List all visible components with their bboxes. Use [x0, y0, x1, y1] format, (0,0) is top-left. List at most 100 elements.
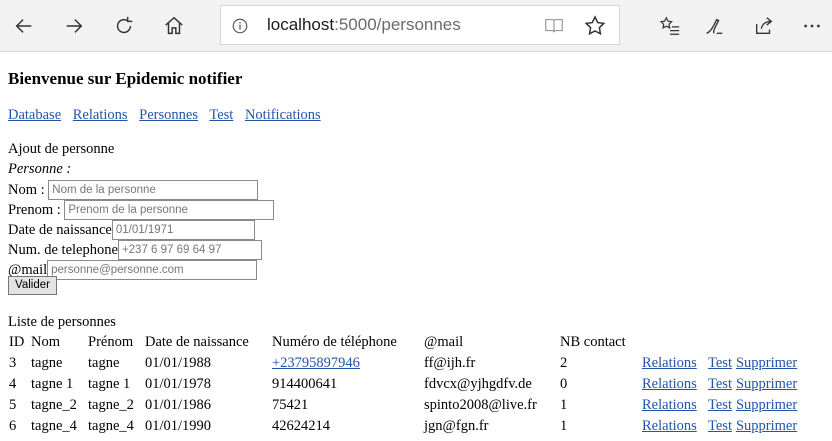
col-header-nom: Nom — [31, 334, 60, 350]
nav-link-notifications[interactable]: Notifications — [245, 107, 321, 123]
cell-phone: 75421 — [272, 397, 309, 413]
reading-view-icon[interactable] — [543, 15, 565, 37]
url-path: :5000/personnes — [334, 15, 461, 34]
list-title: Liste de personnes — [8, 314, 116, 330]
cell-prenom: tagne 1 — [88, 376, 131, 392]
cell-prenom: tagne_4 — [88, 418, 134, 434]
cell-nom: tagne — [31, 355, 63, 371]
table-row: 3 tagne tagne 01/01/1988 +23795897946 ff… — [8, 353, 798, 373]
cell-phone: 914400641 — [272, 376, 338, 392]
cell-prenom: tagne_2 — [88, 397, 134, 413]
share-button[interactable] — [744, 6, 784, 46]
col-header-nb-contact: NB contact — [560, 334, 626, 350]
browser-toolbar: localhost:5000/personnes — [0, 0, 832, 52]
info-icon[interactable] — [231, 17, 249, 35]
cell-action-delete: Supprimer — [735, 395, 798, 415]
address-bar[interactable]: localhost:5000/personnes — [220, 5, 620, 45]
favorites-button[interactable] — [650, 6, 690, 46]
delete-link[interactable]: Supprimer — [736, 355, 797, 371]
notes-button[interactable] — [694, 6, 734, 46]
relations-link[interactable]: Relations — [642, 355, 697, 371]
delete-link[interactable]: Supprimer — [736, 397, 797, 413]
birthdate-input[interactable] — [111, 219, 255, 240]
refresh-icon — [116, 16, 133, 34]
cell-birthdate: 01/01/1978 — [145, 376, 212, 392]
cell-email: fdvcx@yjhgdfv.de — [424, 376, 532, 392]
col-header-actions-2 — [707, 332, 733, 352]
relations-link[interactable]: Relations — [642, 397, 697, 413]
url-host: localhost — [267, 15, 335, 34]
cell-birthdate: 01/01/1990 — [145, 418, 212, 434]
cell-birthdate: 01/01/1986 — [145, 397, 212, 413]
cell-action-delete: Supprimer — [735, 374, 798, 394]
cell-action-relations: Relations — [641, 416, 705, 436]
cell-email: ff@ijh.fr — [424, 355, 476, 371]
field-row-prenom: Prenom : — [8, 199, 275, 220]
cell-action-relations: Relations — [641, 395, 705, 415]
field-row-nom: Nom : — [8, 179, 259, 200]
cell-nb-contact: 2 — [560, 355, 568, 371]
cell-phone: +23795897946 — [271, 353, 421, 373]
test-link[interactable]: Test — [708, 376, 732, 392]
url-text: localhost:5000/personnes — [267, 15, 461, 35]
relations-link[interactable]: Relations — [642, 418, 697, 434]
cell-nom: tagne_4 — [31, 418, 77, 434]
table-row: 6 tagne_4 tagne_4 01/01/1990 42624214 jg… — [8, 416, 798, 436]
cell-prenom: tagne — [88, 355, 120, 371]
arrow-right-icon — [66, 19, 83, 33]
cell-id: 6 — [9, 418, 17, 434]
delete-link[interactable]: Supprimer — [736, 376, 797, 392]
table-header-row: ID Nom Prénom Date de naissance Numéro d… — [8, 332, 798, 352]
form-subheading: Personne : — [8, 161, 72, 177]
home-icon — [165, 16, 183, 35]
share-icon — [755, 17, 773, 35]
cell-nb-contact: 1 — [560, 397, 568, 413]
pen-icon — [706, 18, 723, 35]
cell-birthdate: 01/01/1988 — [145, 355, 212, 371]
field-row-birthdate: Date de naissance — [8, 219, 255, 240]
test-link[interactable]: Test — [708, 355, 732, 371]
phone-input[interactable] — [117, 239, 262, 260]
forward-button[interactable] — [54, 6, 94, 46]
submit-button[interactable]: Valider — [8, 276, 57, 295]
cell-nom: tagne_2 — [31, 397, 77, 413]
test-link[interactable]: Test — [708, 397, 732, 413]
nav-link-test[interactable]: Test — [209, 107, 233, 123]
more-dots-icon — [804, 24, 820, 28]
table-row: 5 tagne_2 tagne_2 01/01/1986 75421 spint… — [8, 395, 798, 415]
cell-action-relations: Relations — [641, 353, 705, 373]
phone-label: Num. de telephone — [8, 241, 118, 258]
favorite-star-icon[interactable] — [583, 14, 607, 38]
cell-action-test: Test — [707, 353, 733, 373]
cell-action-delete: Supprimer — [735, 416, 798, 436]
nav-link-database[interactable]: Database — [8, 107, 61, 123]
cell-action-test: Test — [707, 416, 733, 436]
main-nav: Database Relations Personnes Test Notifi… — [8, 105, 329, 125]
persons-table: ID Nom Prénom Date de naissance Numéro d… — [6, 331, 800, 437]
form-heading: Ajout de personne — [8, 141, 115, 157]
test-link[interactable]: Test — [708, 418, 732, 434]
col-header-actions-3 — [735, 332, 798, 352]
nom-input[interactable] — [48, 179, 259, 200]
nav-link-personnes[interactable]: Personnes — [139, 107, 198, 123]
col-header-prenom: Prénom — [88, 334, 134, 350]
delete-link[interactable]: Supprimer — [736, 418, 797, 434]
cell-nb-contact: 1 — [560, 418, 568, 434]
prenom-input[interactable] — [64, 199, 275, 220]
col-header-email: @mail — [424, 334, 464, 350]
cell-email: spinto2008@live.fr — [424, 397, 537, 413]
cell-action-relations: Relations — [641, 374, 705, 394]
email-input[interactable] — [47, 259, 258, 280]
phone-link[interactable]: +23795897946 — [272, 355, 360, 371]
relations-link[interactable]: Relations — [642, 376, 697, 392]
cell-action-test: Test — [707, 395, 733, 415]
cell-action-delete: Supprimer — [735, 353, 798, 373]
more-button[interactable] — [792, 6, 832, 46]
home-button[interactable] — [154, 6, 194, 46]
cell-id: 3 — [9, 355, 17, 371]
back-button[interactable] — [4, 6, 44, 46]
birthdate-label: Date de naissance — [8, 221, 112, 238]
refresh-button[interactable] — [104, 6, 144, 46]
col-header-phone: Numéro de téléphone — [272, 334, 397, 350]
nav-link-relations[interactable]: Relations — [73, 107, 128, 123]
